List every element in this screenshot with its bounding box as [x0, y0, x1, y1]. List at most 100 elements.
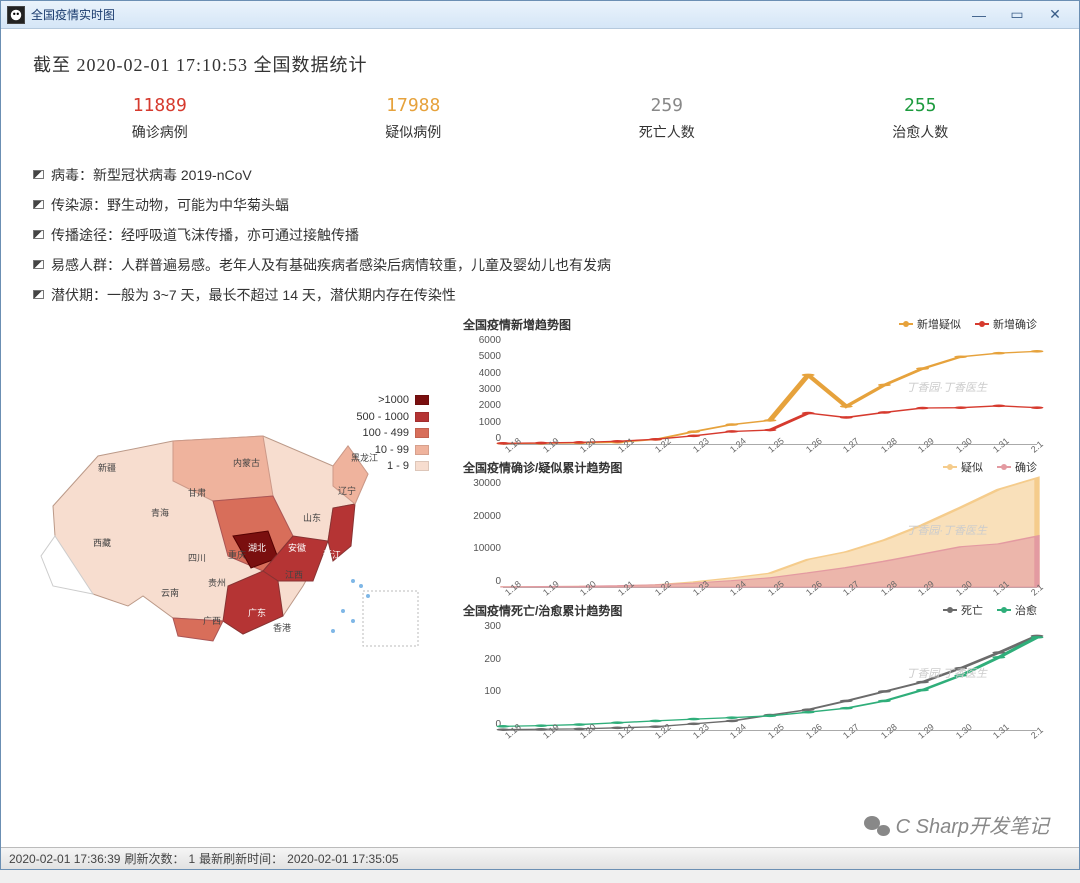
lower-panel: >1000500 - 1000100 - 49910 - 991 - 9 — [33, 316, 1047, 743]
legend-row: 500 - 1000 — [356, 409, 429, 426]
x-axis: 1.181.191.201.211.221.231.241.251.261.27… — [503, 733, 1037, 743]
y-tick: 2000 — [463, 400, 501, 411]
x-tick: 1.24 — [728, 728, 741, 741]
x-tick: 2.1 — [1029, 442, 1042, 455]
svg-text:青海: 青海 — [151, 507, 169, 518]
y-tick: 20000 — [463, 511, 501, 522]
x-axis: 1.181.191.201.211.221.231.241.251.261.27… — [503, 447, 1037, 457]
x-tick: 1.23 — [691, 442, 704, 455]
svg-text:辽宁: 辽宁 — [338, 485, 356, 496]
chart-legend-item: 疑似 — [943, 459, 983, 475]
chart-legend-item: 新增疑似 — [899, 316, 961, 332]
info-list: 病毒：新型冠状病毒 2019-nCoV 传染源：野生动物，可能为中华菊头蝠 传播… — [33, 160, 1047, 310]
chart-svg — [503, 621, 1037, 730]
y-tick: 10000 — [463, 543, 501, 554]
y-tick: 100 — [463, 686, 501, 697]
legend-row: 10 - 99 — [356, 442, 429, 459]
svg-text:新疆: 新疆 — [98, 462, 116, 473]
chart-legend-item: 死亡 — [943, 602, 983, 618]
y-tick: 300 — [463, 621, 501, 632]
legend-label: 10 - 99 — [375, 442, 409, 459]
info-item: 传播途径：经呼吸道飞沫传播，亦可通过接触传播 — [33, 220, 1047, 250]
svg-text:内蒙古: 内蒙古 — [233, 457, 260, 468]
legend-swatch — [415, 445, 429, 455]
svg-text:湖北: 湖北 — [248, 543, 266, 553]
svg-text:贵州: 贵州 — [208, 577, 226, 588]
legend-row: >1000 — [356, 392, 429, 409]
svg-text:甘肃: 甘肃 — [188, 487, 206, 498]
x-tick: 1.22 — [653, 442, 666, 455]
y-axis: 30000 20000 10000 0 — [463, 478, 501, 587]
map-panel: >1000500 - 1000100 - 49910 - 991 - 9 — [33, 316, 443, 743]
legend-label: >1000 — [378, 392, 409, 409]
minimize-button[interactable]: — — [969, 7, 989, 23]
legend-label: 1 - 9 — [387, 458, 409, 475]
legend-row: 100 - 499 — [356, 425, 429, 442]
stat-suspected: 17988 疑似病例 — [385, 95, 441, 142]
info-item: 潜伏期：一般为 3~7 天，最长不超过 14 天，潜伏期内存在传染性 — [33, 280, 1047, 310]
x-tick: 1.24 — [728, 442, 741, 455]
china-map: >1000500 - 1000100 - 49910 - 991 - 9 — [33, 386, 443, 656]
titlebar: 全国疫情实时图 — ▭ ✕ — [1, 1, 1079, 29]
svg-text:广东: 广东 — [248, 607, 266, 618]
status-refresh-count: 1 — [188, 852, 195, 866]
stat-deaths-value: 259 — [639, 95, 695, 116]
x-tick: 1.27 — [841, 442, 854, 455]
y-tick: 3000 — [463, 384, 501, 395]
x-tick: 1.18 — [503, 728, 516, 741]
chart-svg — [503, 478, 1037, 587]
x-tick: 2.1 — [1029, 728, 1042, 741]
maximize-button[interactable]: ▭ — [1007, 7, 1027, 23]
legend-label: 500 - 1000 — [356, 409, 409, 426]
info-item: 传染源：野生动物，可能为中华菊头蝠 — [33, 190, 1047, 220]
window-title: 全国疫情实时图 — [31, 6, 115, 23]
x-tick: 1.23 — [691, 585, 704, 598]
svg-text:广西: 广西 — [203, 615, 221, 626]
charts-panel: 全国疫情新增趋势图新增疑似新增确诊60005000400030002000100… — [463, 316, 1047, 743]
app-window: 全国疫情实时图 — ▭ ✕ 截至 2020-02-01 17:10:53 全国数… — [0, 0, 1080, 870]
legend-swatch — [415, 428, 429, 438]
chart: 全国疫情死亡/治愈累计趋势图死亡治愈3002001000丁香园·丁香医生1.18… — [463, 602, 1047, 743]
svg-text:四川: 四川 — [188, 553, 206, 563]
chart: 全国疫情新增趋势图新增疑似新增确诊60005000400030002000100… — [463, 316, 1047, 457]
stat-cured-value: 255 — [892, 95, 948, 116]
content-area: 截至 2020-02-01 17:10:53 全国数据统计 11889 确诊病例… — [1, 29, 1079, 847]
chart-legend: 新增疑似新增确诊 — [899, 316, 1037, 332]
x-tick: 1.20 — [578, 442, 591, 455]
stat-confirmed-value: 11889 — [132, 95, 188, 116]
y-axis: 6000500040003000200010000 — [463, 335, 501, 444]
info-item: 易感人群：人群普遍易感。老年人及有基础疾病者感染后病情较重，儿童及婴幼儿也有发病 — [33, 250, 1047, 280]
x-tick: 2.1 — [1029, 585, 1042, 598]
status-refresh-count-label: 刷新次数： — [124, 850, 184, 867]
svg-text:山东: 山东 — [303, 512, 321, 523]
stat-suspected-value: 17988 — [385, 95, 441, 116]
legend-row: 1 - 9 — [356, 458, 429, 475]
svg-text:西藏: 西藏 — [93, 537, 111, 548]
chart-legend: 疑似确诊 — [943, 459, 1037, 475]
y-tick: 200 — [463, 654, 501, 665]
app-icon — [7, 6, 25, 24]
chart-legend-item: 治愈 — [997, 602, 1037, 618]
y-axis: 300 200 100 0 — [463, 621, 501, 730]
x-axis: 1.181.191.201.211.221.231.241.251.261.27… — [503, 590, 1037, 600]
svg-text:江西: 江西 — [285, 570, 303, 580]
info-item: 病毒：新型冠状病毒 2019-nCoV — [33, 160, 1047, 190]
status-last-refresh: 2020-02-01 17:35:05 — [287, 852, 398, 866]
x-tick: 1.24 — [728, 585, 741, 598]
chart-legend-item: 新增确诊 — [975, 316, 1037, 332]
y-tick: 0 — [463, 719, 501, 730]
x-tick: 1.20 — [578, 585, 591, 598]
close-button[interactable]: ✕ — [1045, 7, 1065, 23]
chart-body: 6000500040003000200010000丁香园·丁香医生 — [503, 335, 1037, 445]
x-tick: 1.31 — [991, 728, 1004, 741]
chart-legend-item: 确诊 — [997, 459, 1037, 475]
y-tick: 0 — [463, 576, 501, 587]
stat-confirmed: 11889 确诊病例 — [132, 95, 188, 142]
stat-deaths-label: 死亡人数 — [639, 122, 695, 142]
legend-label: 100 - 499 — [363, 425, 409, 442]
legend-swatch — [415, 412, 429, 422]
y-tick: 5000 — [463, 351, 501, 362]
y-tick: 4000 — [463, 368, 501, 379]
y-tick: 30000 — [463, 478, 501, 489]
map-legend: >1000500 - 1000100 - 49910 - 991 - 9 — [356, 392, 429, 475]
